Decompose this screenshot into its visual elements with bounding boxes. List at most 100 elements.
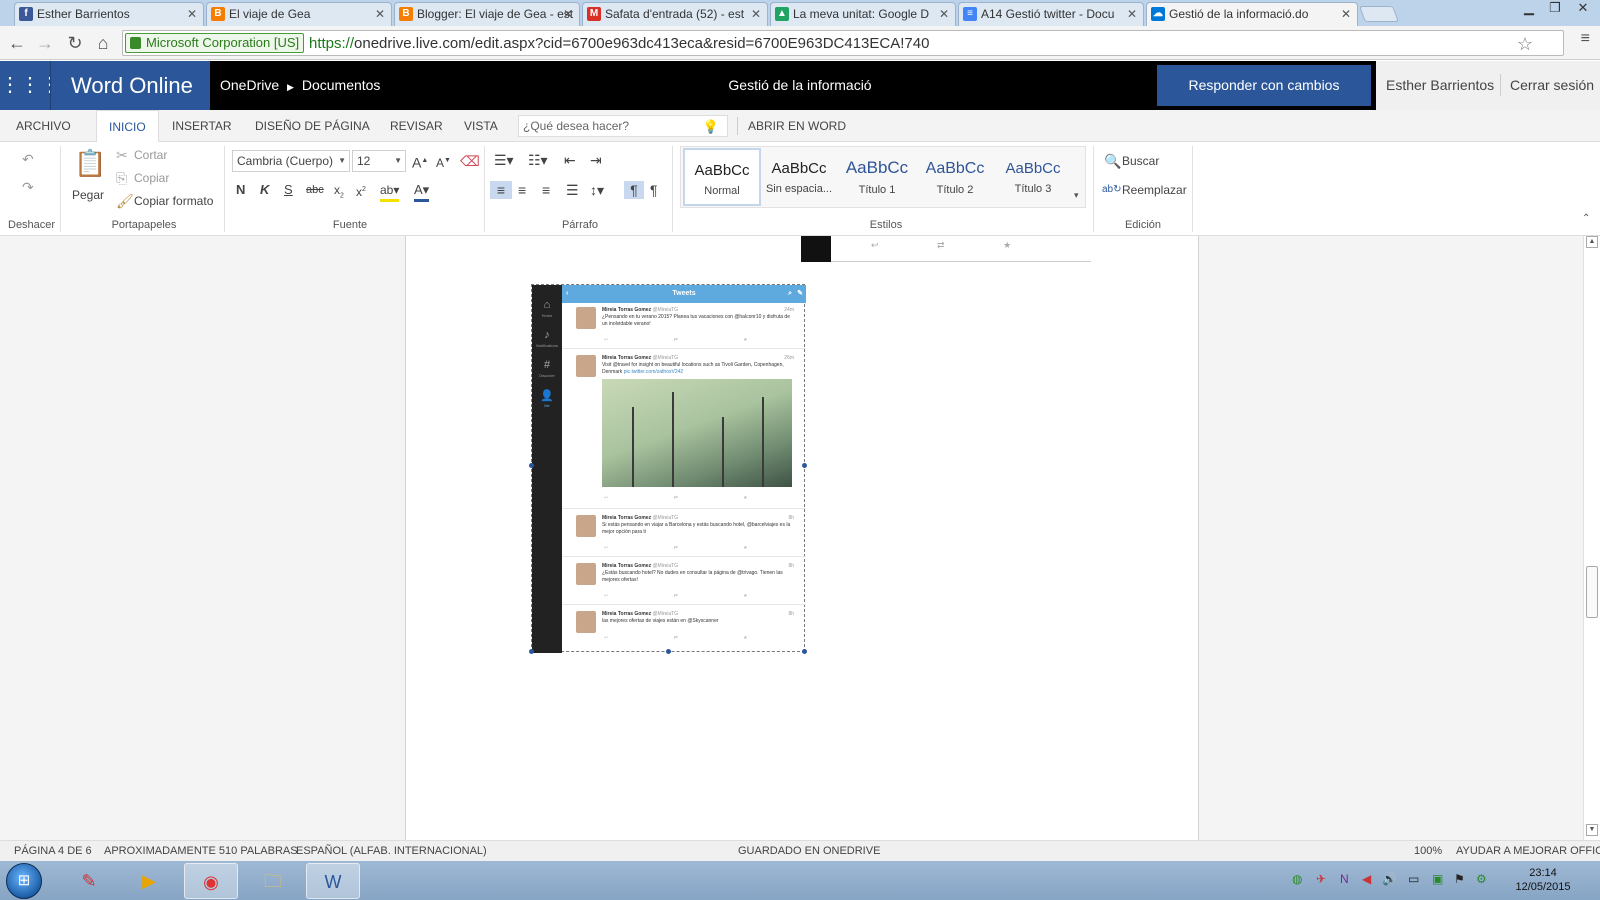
close-tab-icon[interactable]: ✕	[187, 3, 197, 25]
cut-icon[interactable]: ✂	[116, 146, 128, 164]
underline-icon[interactable]: S	[284, 181, 293, 199]
font-size-select[interactable]: 12 ▼	[352, 150, 406, 172]
tray-app-icon[interactable]: ⚙	[1476, 872, 1487, 886]
new-tab-button[interactable]	[1359, 6, 1399, 22]
font-name-select[interactable]: Cambria (Cuerpo) ▼	[232, 150, 350, 172]
clear-formatting-icon[interactable]: ⌫	[460, 152, 480, 170]
close-tab-icon[interactable]: ✕	[751, 3, 761, 25]
find-icon[interactable]: 🔍	[1104, 152, 1121, 170]
increase-indent-icon[interactable]: ⇥	[590, 151, 602, 169]
style-heading-2[interactable]: AaBbCc Título 2	[916, 148, 994, 206]
grow-font-icon[interactable]: A▲	[412, 152, 428, 172]
close-tab-icon[interactable]: ✕	[1341, 3, 1351, 25]
app-icon-pinned[interactable]: ✎	[62, 863, 116, 899]
browser-tab[interactable]: ≡ A14 Gestió twitter - Docu ✕	[958, 2, 1144, 26]
word-icon[interactable]: W	[306, 863, 360, 899]
font-color-icon[interactable]: A▾	[414, 181, 430, 202]
align-left-icon[interactable]: ≡	[490, 181, 512, 199]
tab-insertar[interactable]: INSERTAR	[172, 110, 232, 142]
close-tab-icon[interactable]: ✕	[939, 3, 949, 25]
collapse-ribbon-icon[interactable]: ⌃	[1582, 210, 1590, 228]
open-in-word-button[interactable]: ABRIR EN WORD	[748, 110, 846, 142]
user-name[interactable]: Esther Barrientos	[1386, 61, 1494, 110]
paste-icon[interactable]: 📋	[74, 146, 106, 182]
numbering-icon[interactable]: ☷▾	[528, 151, 548, 169]
redo-icon[interactable]: ↷	[22, 178, 34, 196]
tab-archivo[interactable]: ARCHIVO	[16, 110, 71, 142]
embedded-twitter-screenshot[interactable]: ⌂ Home ♪ Notifications # Discover 👤 Me ‹…	[529, 284, 807, 654]
document-page[interactable]: ↩ ⇄ ★ ⌂ Home ♪ Notifications # Discover …	[405, 236, 1199, 840]
flag-icon[interactable]: ⚑	[1454, 872, 1465, 886]
tray-app-icon[interactable]: ◀	[1362, 872, 1371, 886]
app-launcher-icon[interactable]: ⋮⋮⋮	[0, 61, 60, 110]
style-heading-1[interactable]: AaBbCc Título 1	[838, 148, 916, 206]
strikethrough-icon[interactable]: abc	[306, 181, 324, 199]
file-explorer-icon[interactable]: 🗀	[246, 863, 300, 899]
copy-button[interactable]: Copiar	[134, 169, 169, 187]
tab-diseno[interactable]: DISEÑO DE PÁGINA	[255, 110, 370, 142]
style-heading-3[interactable]: AaBbCc Título 3	[994, 148, 1072, 206]
browser-tab[interactable]: B Blogger: El viaje de Gea - est ✕	[394, 2, 580, 26]
more-styles-icon[interactable]: ▾	[1074, 186, 1079, 204]
ssl-certificate-badge[interactable]: Microsoft Corporation [US]	[125, 33, 305, 53]
style-normal[interactable]: AaBbCc Normal	[683, 148, 761, 206]
back-icon[interactable]: ←	[6, 32, 28, 54]
tray-app-icon[interactable]: ▣	[1432, 872, 1443, 886]
shrink-font-icon[interactable]: A▼	[436, 152, 451, 172]
browser-tab-active[interactable]: ☁ Gestió de la informació.do ✕	[1146, 2, 1358, 27]
volume-icon[interactable]: 🔊	[1382, 872, 1397, 886]
replace-button[interactable]: Reemplazar	[1122, 181, 1187, 199]
display-icon[interactable]: ▭	[1408, 872, 1419, 886]
resize-handle[interactable]	[802, 649, 807, 654]
url-field[interactable]: Microsoft Corporation [US] https://onedr…	[122, 30, 1564, 56]
subscript-icon[interactable]: x2	[334, 181, 344, 205]
minimize-icon[interactable]: ▁	[1516, 0, 1542, 18]
system-clock[interactable]: 23:14 12/05/2015	[1508, 866, 1578, 894]
replace-icon[interactable]: ab↻	[1102, 181, 1122, 199]
ltr-icon[interactable]: ¶	[624, 181, 644, 199]
resize-handle[interactable]	[529, 649, 534, 654]
line-spacing-icon[interactable]: ↕▾	[590, 181, 604, 199]
cut-button[interactable]: Cortar	[134, 146, 167, 164]
chrome-icon[interactable]: ◉	[184, 863, 238, 899]
vertical-scrollbar[interactable]: ▲ ▼	[1583, 236, 1600, 840]
browser-tab[interactable]: ▲ La meva unitat: Google D ✕	[770, 2, 956, 26]
italic-icon[interactable]: K	[260, 181, 269, 199]
language-indicator[interactable]: ESPAÑOL (ALFAB. INTERNACIONAL)	[296, 841, 487, 861]
word-count[interactable]: APROXIMADAMENTE 510 PALABRAS	[104, 841, 298, 861]
find-button[interactable]: Buscar	[1122, 152, 1159, 170]
tray-app-icon[interactable]: ◍	[1292, 872, 1302, 886]
start-button[interactable]: ⊞	[6, 863, 42, 899]
breadcrumb-onedrive[interactable]: OneDrive	[220, 77, 279, 93]
close-tab-icon[interactable]: ✕	[375, 3, 385, 25]
tab-inicio[interactable]: INICIO	[96, 110, 159, 143]
format-painter-button[interactable]: Copiar formato	[134, 192, 213, 210]
decrease-indent-icon[interactable]: ⇤	[564, 151, 576, 169]
highlight-icon[interactable]: ab▾	[380, 181, 400, 202]
close-tab-icon[interactable]: ✕	[1127, 3, 1137, 25]
forward-icon[interactable]: →	[34, 32, 56, 54]
bold-icon[interactable]: N	[236, 181, 245, 199]
home-icon[interactable]: ⌂	[92, 32, 114, 54]
app-brand[interactable]: Word Online	[50, 61, 210, 110]
zoom-level[interactable]: 100%	[1414, 841, 1442, 861]
paste-button[interactable]: Pegar	[72, 186, 104, 204]
browser-menu-icon[interactable]: ≡	[1581, 30, 1590, 48]
tab-vista[interactable]: VISTA	[464, 110, 498, 142]
resize-handle[interactable]	[666, 649, 671, 654]
browser-tab[interactable]: B El viaje de Gea ✕	[206, 2, 392, 26]
close-window-icon[interactable]: ✕	[1570, 0, 1596, 18]
scroll-thumb[interactable]	[1586, 566, 1598, 618]
justify-icon[interactable]: ☰	[566, 181, 579, 199]
onenote-icon[interactable]: N	[1340, 872, 1349, 886]
page-count[interactable]: PÁGINA 4 DE 6	[14, 841, 92, 861]
undo-icon[interactable]: ↶	[22, 150, 34, 168]
tray-app-icon[interactable]: ✈	[1316, 872, 1326, 886]
close-tab-icon[interactable]: ✕	[563, 3, 573, 25]
browser-tab[interactable]: M Safata d'entrada (52) - est ✕	[582, 2, 768, 26]
sign-out-link[interactable]: Cerrar sesión	[1510, 61, 1594, 110]
rtl-icon[interactable]: ¶	[650, 181, 658, 199]
reply-with-changes-button[interactable]: Responder con cambios	[1157, 65, 1371, 106]
resize-handle[interactable]	[802, 463, 807, 468]
scroll-down-icon[interactable]: ▼	[1586, 824, 1598, 836]
